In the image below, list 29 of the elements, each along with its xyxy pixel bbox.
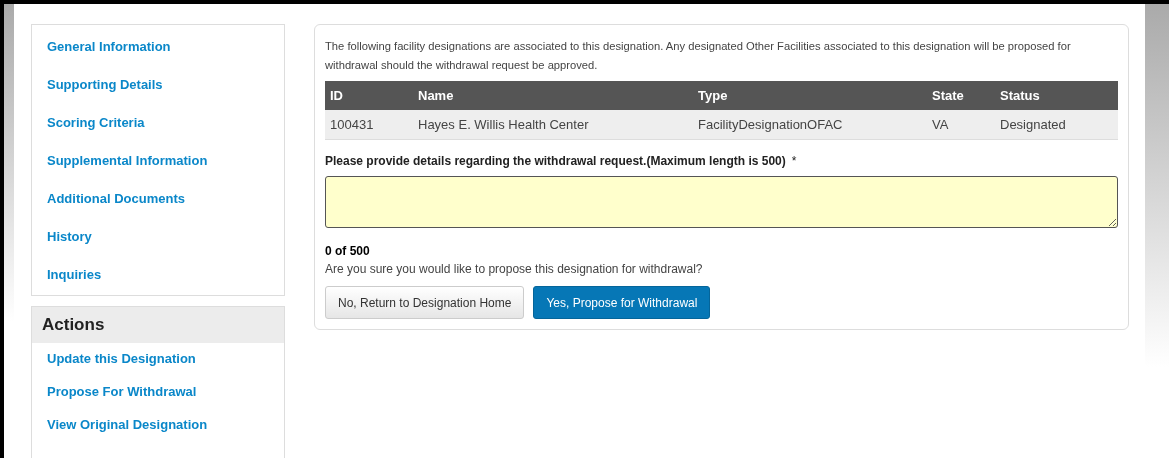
details-field[interactable] bbox=[325, 176, 1118, 228]
intro-text: The following facility designations are associated to this designation. Any designated Other Facilities associated to this designation will be proposed for withdrawal should the withdrawal request be approved. bbox=[325, 39, 1072, 73]
propose-button[interactable]: Yes, Propose for Withdrawal bbox=[533, 286, 711, 319]
column-header: ID bbox=[325, 81, 413, 110]
actions-title: Actions bbox=[32, 307, 284, 343]
return-button[interactable]: No, Return to Designation Home bbox=[325, 286, 525, 319]
table-cell: FacilityDesignationOFAC bbox=[693, 110, 927, 140]
nav-link[interactable]: Supplemental Information bbox=[32, 143, 284, 181]
table-cell: Designated bbox=[995, 110, 1118, 140]
action-link[interactable]: View Original Designation bbox=[32, 409, 284, 442]
table-cell: VA bbox=[927, 110, 995, 140]
column-header: State bbox=[927, 81, 995, 110]
action-link[interactable]: Propose For Withdrawal bbox=[32, 376, 284, 409]
column-header: Type bbox=[693, 81, 927, 110]
table-cell: Hayes E. Willis Health Center bbox=[413, 110, 693, 140]
nav-link[interactable]: Scoring Criteria bbox=[32, 105, 284, 143]
column-header: Name bbox=[413, 81, 693, 110]
nav-link[interactable]: Inquiries bbox=[32, 257, 284, 295]
nav-link[interactable]: History bbox=[32, 219, 284, 257]
table-cell: 100431 bbox=[325, 110, 413, 140]
column-header: Status bbox=[995, 81, 1118, 110]
nav-link[interactable]: Supporting Details bbox=[32, 67, 284, 105]
action-link[interactable]: Update this Designation bbox=[32, 343, 284, 376]
char-counter: 0 of 500 bbox=[325, 244, 371, 258]
nav-link[interactable]: General Information bbox=[32, 29, 284, 67]
confirm-question: Are you sure you would like to propose this designation for withdrawal? bbox=[325, 262, 704, 276]
nav-link[interactable]: Additional Documents bbox=[32, 181, 284, 219]
details-label: Please provide details regarding the withdrawal request.(Maximum length is 500) bbox=[325, 154, 786, 168]
required-mark: * bbox=[791, 154, 797, 168]
